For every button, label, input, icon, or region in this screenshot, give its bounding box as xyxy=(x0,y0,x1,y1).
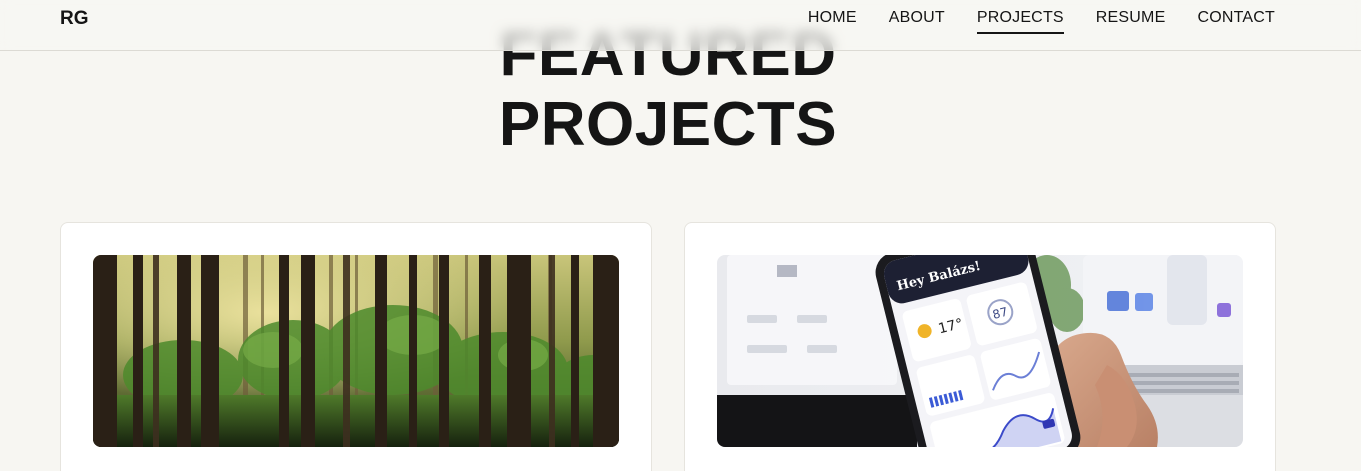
nav-contact[interactable]: CONTACT xyxy=(1197,9,1275,34)
nav-projects[interactable]: PROJECTS xyxy=(976,9,1064,34)
nav-about[interactable]: ABOUT xyxy=(889,9,945,34)
project-card[interactable]: Hey Balázs! 17° 87 xyxy=(684,222,1276,471)
nav-home[interactable]: HOME xyxy=(808,9,857,34)
project-image-forest[interactable] xyxy=(93,255,619,447)
forest-photo xyxy=(93,255,619,447)
phone-weather-app-photo: Hey Balázs! 17° 87 xyxy=(717,255,1243,447)
nav-resume[interactable]: RESUME xyxy=(1096,9,1166,34)
main-nav: HOME ABOUT PROJECTS RESUME CONTACT xyxy=(808,9,1275,34)
project-card[interactable] xyxy=(60,222,652,471)
project-image-phone-app[interactable]: Hey Balázs! 17° 87 xyxy=(717,255,1243,447)
page-title-line-2: PROJECTS xyxy=(498,90,838,159)
site-logo[interactable]: RG xyxy=(60,8,89,30)
site-header: RG HOME ABOUT PROJECTS RESUME CONTACT xyxy=(0,0,1361,51)
